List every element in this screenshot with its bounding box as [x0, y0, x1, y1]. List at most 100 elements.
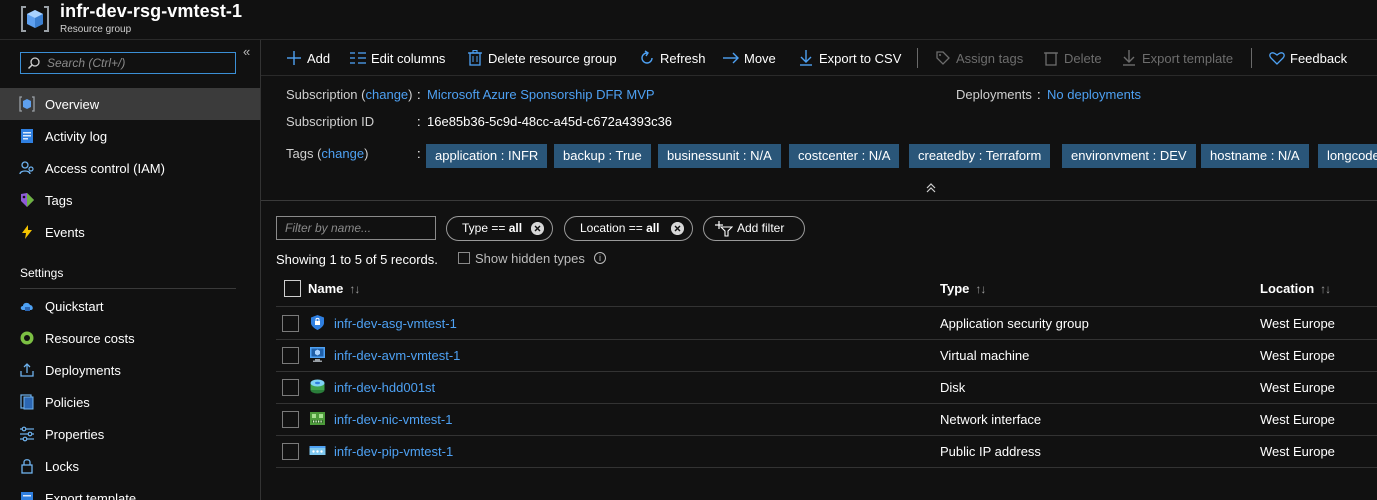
resource-type: Application security group: [940, 316, 1089, 331]
page-title: infr-dev-rsg-vmtest-1: [60, 1, 243, 21]
sort-icon[interactable]: ↑↓: [975, 282, 986, 296]
resource-type: Public IP address: [940, 444, 1041, 459]
row-checkbox[interactable]: [282, 411, 299, 428]
resource-location: West Europe: [1260, 316, 1335, 331]
location-filter-pill[interactable]: Location == all: [564, 216, 693, 241]
tag-chip[interactable]: environvment : DEV: [1062, 144, 1196, 168]
tag-chip[interactable]: application : INFR: [426, 144, 548, 168]
colon-separator: :: [1037, 87, 1041, 102]
table-row[interactable]: infr-dev-nic-vmtest-1 Network interface …: [276, 403, 1377, 435]
sidebar-search-input[interactable]: [47, 55, 232, 71]
sidebar-item-export-template[interactable]: Export template: [0, 482, 260, 500]
resource-location: West Europe: [1260, 444, 1335, 459]
sidebar-item-deployments[interactable]: Deployments: [0, 354, 260, 386]
tag-chip[interactable]: backup : True: [554, 144, 651, 168]
refresh-icon: [639, 50, 655, 66]
add-filter-icon: [715, 221, 733, 237]
colon-separator: :: [417, 87, 421, 102]
delete-button[interactable]: Delete: [1043, 49, 1102, 67]
refresh-button[interactable]: Refresh: [639, 49, 706, 67]
sidebar-item-label: Deployments: [45, 363, 121, 378]
colon-separator: :: [417, 114, 421, 129]
sidebar-item-locks[interactable]: Locks: [0, 450, 260, 482]
row-checkbox[interactable]: [282, 443, 299, 460]
properties-icon: [19, 426, 35, 442]
sidebar-item-label: Locks: [45, 459, 79, 474]
row-checkbox[interactable]: [282, 347, 299, 364]
sidebar-item-iam[interactable]: Access control (IAM): [0, 152, 260, 184]
subscription-link[interactable]: Microsoft Azure Sponsorship DFR MVP: [427, 87, 655, 102]
sidebar-item-tags[interactable]: Tags: [0, 184, 260, 216]
sidebar-item-policies[interactable]: Policies: [0, 386, 260, 418]
subscription-label: Subscription (change): [286, 87, 413, 102]
tag-chip[interactable]: costcenter : N/A: [789, 144, 900, 168]
table-row[interactable]: infr-dev-avm-vmtest-1 Virtual machine We…: [276, 339, 1377, 371]
collapse-sidebar-icon[interactable]: «: [243, 44, 250, 59]
sidebar-item-activity-log[interactable]: Activity log: [0, 120, 260, 152]
trash-icon: [1043, 50, 1059, 66]
sidebar-item-resource-costs[interactable]: Resource costs: [0, 322, 260, 354]
filter-by-name-input[interactable]: [277, 217, 435, 239]
column-header-type[interactable]: Type ↑↓: [940, 281, 986, 296]
heart-icon: [1269, 50, 1285, 66]
arrow-right-icon: [723, 50, 739, 66]
resource-name-link[interactable]: infr-dev-pip-vmtest-1: [334, 444, 453, 459]
deployments-icon: [19, 362, 35, 378]
change-subscription-link[interactable]: change: [366, 87, 409, 102]
edit-columns-button[interactable]: Edit columns: [350, 49, 445, 67]
show-hidden-types-checkbox[interactable]: [458, 252, 470, 264]
sidebar-item-events[interactable]: Events: [0, 216, 260, 248]
type-filter-pill[interactable]: Type == all: [446, 216, 553, 241]
iam-icon: [19, 160, 35, 176]
lock-icon: [19, 458, 35, 474]
resource-name-link[interactable]: infr-dev-avm-vmtest-1: [334, 348, 460, 363]
table-row[interactable]: infr-dev-hdd001st Disk West Europe: [276, 371, 1377, 403]
info-icon[interactable]: i: [594, 252, 606, 264]
move-button[interactable]: Move: [723, 49, 776, 67]
export-csv-button[interactable]: Export to CSV: [798, 49, 901, 67]
table-row[interactable]: infr-dev-asg-vmtest-1 Application securi…: [276, 307, 1377, 339]
sidebar-search[interactable]: [20, 52, 236, 74]
add-button[interactable]: Add: [286, 49, 330, 67]
toolbar-separator: [1251, 48, 1252, 68]
delete-resource-group-button[interactable]: Delete resource group: [467, 49, 617, 67]
filter-by-name-field[interactable]: [276, 216, 436, 240]
resource-name-link[interactable]: infr-dev-hdd001st: [334, 380, 435, 395]
tag-chip[interactable]: createdby : Terraform: [909, 144, 1051, 168]
sidebar-item-quickstart[interactable]: Quickstart: [0, 290, 260, 322]
resource-name-link[interactable]: infr-dev-asg-vmtest-1: [334, 316, 457, 331]
row-checkbox[interactable]: [282, 379, 299, 396]
tag-chip[interactable]: businessunit : N/A: [658, 144, 781, 168]
tags-label: Tags (change): [286, 146, 369, 161]
deployments-link[interactable]: No deployments: [1047, 87, 1141, 102]
sidebar-item-label: Export template: [45, 491, 137, 500]
row-checkbox[interactable]: [282, 315, 299, 332]
toolbar-separator: [917, 48, 918, 68]
row-divider: [276, 467, 1377, 468]
remove-filter-icon[interactable]: [531, 222, 544, 235]
subscription-id-label: Subscription ID: [286, 114, 375, 129]
column-header-location[interactable]: Location ↑↓: [1260, 281, 1331, 296]
select-all-checkbox[interactable]: [284, 280, 301, 297]
column-header-name[interactable]: Name ↑↓: [308, 281, 360, 296]
sidebar-item-properties[interactable]: Properties: [0, 418, 260, 450]
collapse-essentials-icon[interactable]: [925, 182, 937, 194]
lightning-icon: [19, 224, 35, 240]
tag-chip[interactable]: longcode: [1318, 144, 1377, 168]
remove-filter-icon[interactable]: [671, 222, 684, 235]
tag-chip[interactable]: hostname : N/A: [1201, 144, 1309, 168]
change-tags-link[interactable]: change: [321, 146, 364, 161]
table-row[interactable]: infr-dev-pip-vmtest-1 Public IP address …: [276, 435, 1377, 467]
disk-icon: [310, 379, 325, 394]
assign-tags-button[interactable]: Assign tags: [935, 49, 1023, 67]
sort-icon[interactable]: ↑↓: [1320, 282, 1331, 296]
feedback-button[interactable]: Feedback: [1269, 49, 1347, 67]
sort-icon[interactable]: ↑↓: [349, 282, 360, 296]
resource-name-link[interactable]: infr-dev-nic-vmtest-1: [334, 412, 452, 427]
resource-type: Disk: [940, 380, 966, 395]
export-template-button[interactable]: Export template: [1121, 49, 1233, 67]
sidebar-item-label: Properties: [45, 427, 105, 442]
resource-location: West Europe: [1260, 380, 1335, 395]
sidebar-item-overview[interactable]: Overview: [0, 88, 260, 120]
add-filter-button[interactable]: Add filter: [703, 216, 805, 241]
